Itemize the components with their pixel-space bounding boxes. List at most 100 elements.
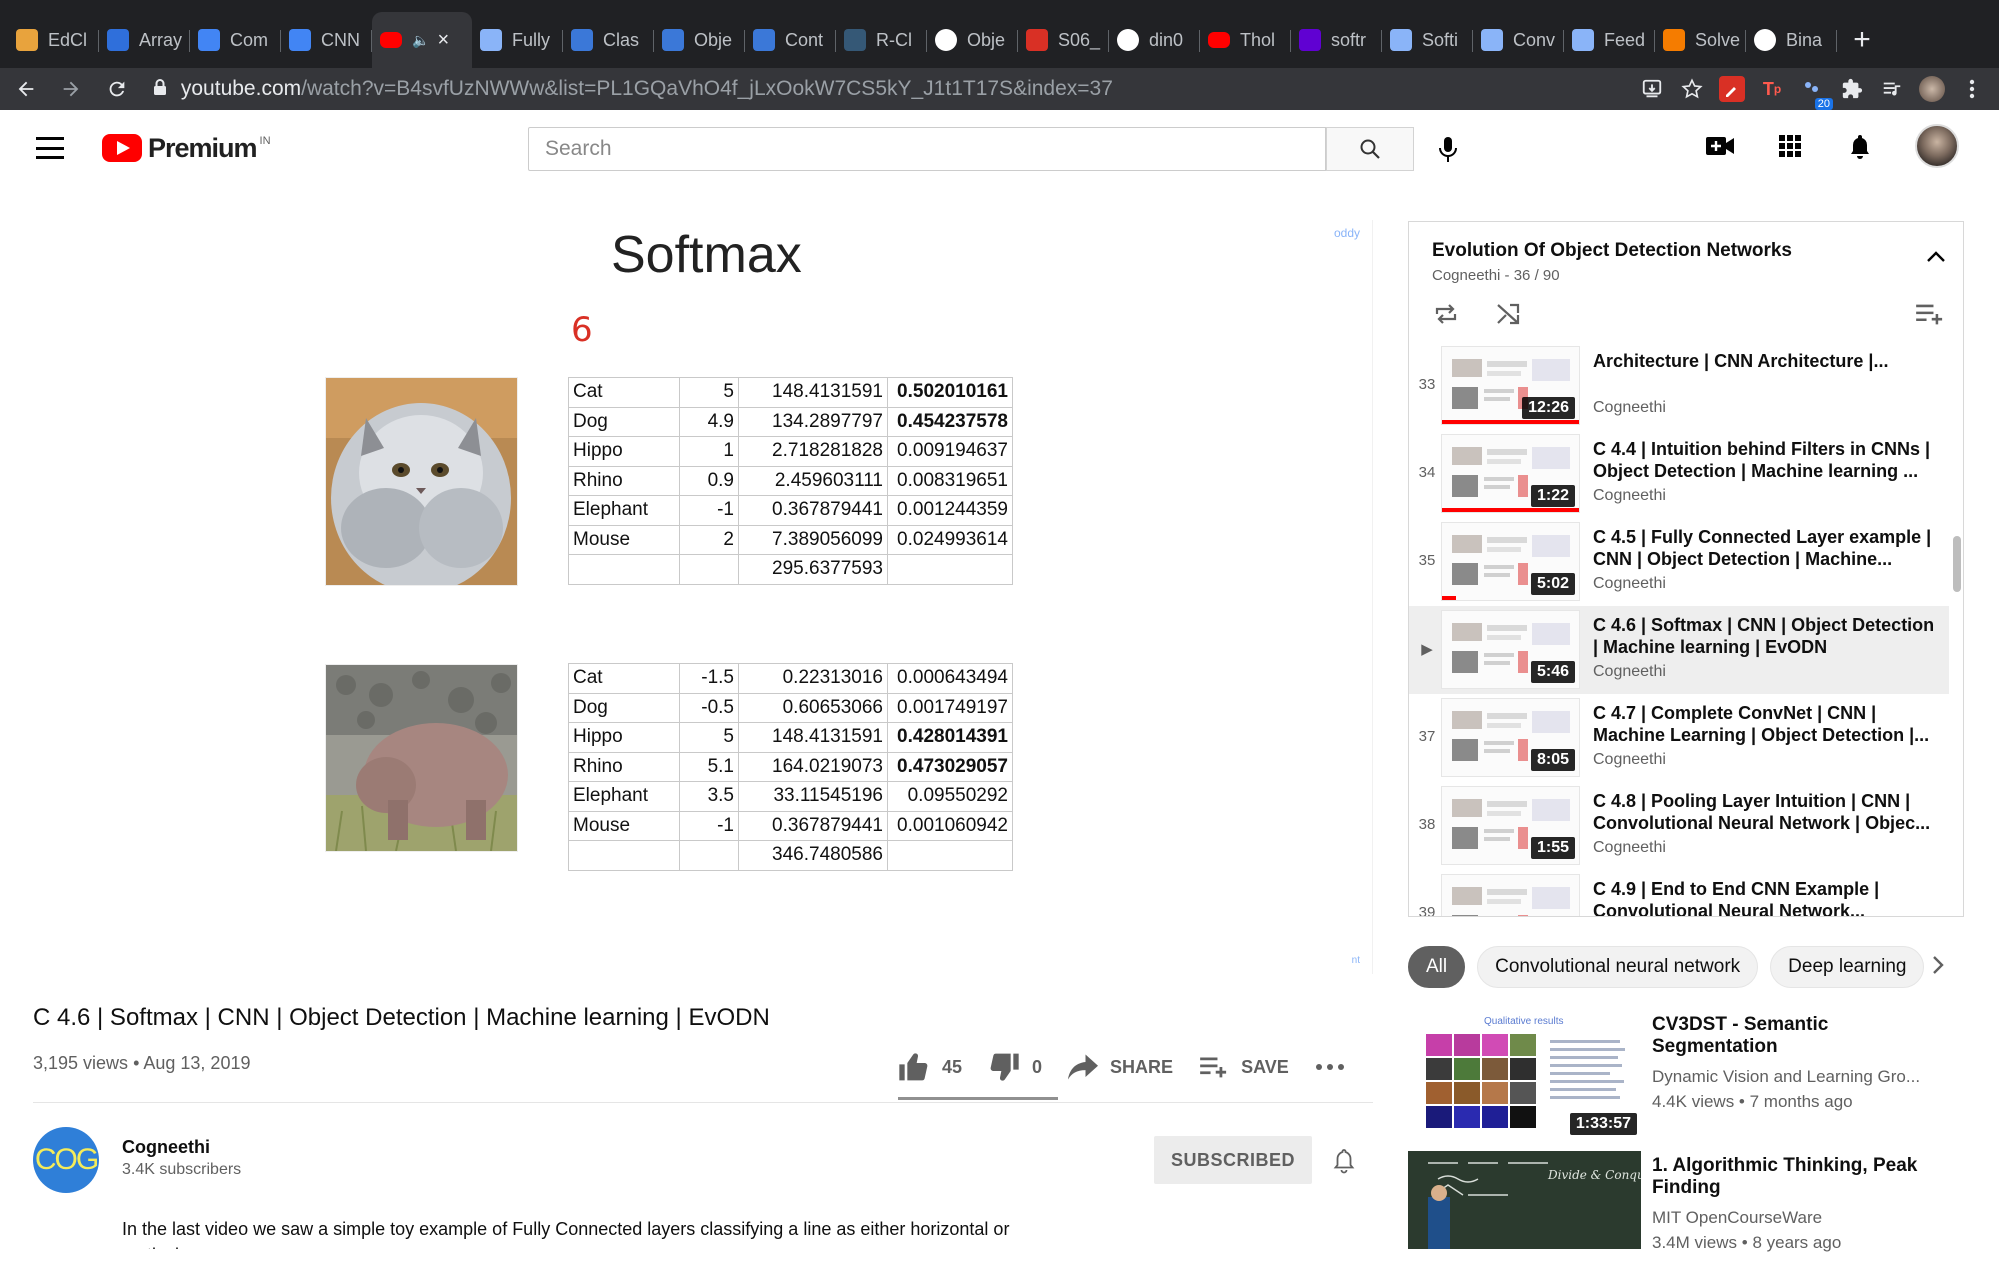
youtube-premium-logo[interactable]: Premium IN — [102, 133, 271, 164]
save-button[interactable]: SAVE — [1199, 1055, 1289, 1079]
recommendation-thumbnail[interactable]: Divide & Conquer — [1408, 1151, 1641, 1249]
table-cell: 5 — [679, 377, 739, 408]
recommendation-item[interactable]: Qualitative results 1:33:57 CV3DST - Sem… — [1408, 1010, 1968, 1140]
browser-tab[interactable]: Softi — [1382, 12, 1473, 68]
playlist-item-title[interactable]: C 4.8 | Pooling Layer Intuition | CNN | … — [1593, 790, 1938, 834]
playlist-item-title[interactable]: C 4.5 | Fully Connected Layer example | … — [1593, 526, 1938, 570]
install-app-icon[interactable] — [1639, 76, 1665, 102]
close-tab-icon[interactable]: × — [437, 29, 449, 52]
playlist-item[interactable]: 38 1:55 C 4.8 | Pooling Layer Intuition | … — [1409, 782, 1949, 870]
playlist-thumbnail[interactable]: 3:40 — [1441, 874, 1580, 916]
more-actions-button[interactable] — [1315, 1063, 1357, 1071]
browser-tab[interactable]: Conv — [1473, 12, 1564, 68]
playlist-scrollbar[interactable] — [1953, 536, 1961, 592]
media-queue-icon[interactable] — [1879, 76, 1905, 102]
shuffle-playlist-icon[interactable] — [1495, 302, 1521, 331]
reload-button[interactable] — [97, 69, 137, 109]
address-bar[interactable]: youtube.com /watch?v=B4svfUzNWWw&list=PL… — [153, 72, 1639, 106]
chevron-right-icon[interactable] — [1932, 955, 1944, 980]
new-tab-button[interactable]: + — [1837, 12, 1887, 68]
dislike-button[interactable]: 0 — [988, 1052, 1042, 1082]
forward-button[interactable] — [52, 69, 92, 109]
browser-tab[interactable]: EdCl — [8, 12, 99, 68]
bookmark-star-icon[interactable] — [1679, 76, 1705, 102]
browser-tab[interactable]: 🔈 × — [372, 12, 472, 68]
browser-tab[interactable]: Fully — [472, 12, 563, 68]
playlist-item[interactable]: 33 12:26 Architecture | CNN Architecture |… — [1409, 344, 1949, 430]
browser-tab[interactable]: Bina — [1746, 12, 1837, 68]
browser-tab[interactable]: Solve — [1655, 12, 1746, 68]
video-player[interactable]: Softmax oddy nt 6 Cat 5 148.4131591 0.50… — [33, 220, 1373, 974]
back-button[interactable] — [6, 69, 46, 109]
search-button[interactable] — [1326, 127, 1414, 171]
channel-name[interactable]: Cogneethi — [122, 1137, 210, 1158]
filter-chip[interactable]: All — [1408, 946, 1466, 988]
browser-tab[interactable]: din0 — [1109, 12, 1200, 68]
playlist-thumbnail[interactable]: 1:22 — [1441, 434, 1580, 513]
playlist-item-title[interactable]: Architecture | CNN Architecture |... — [1593, 350, 1938, 372]
bubbles-extension-icon[interactable]: 20 — [1799, 76, 1833, 110]
playlist-item[interactable]: 34 1:22 C 4.4 | Intuition behind Filters i… — [1409, 430, 1949, 518]
tp-extension-icon[interactable]: Tp — [1759, 76, 1785, 102]
playlist-item[interactable]: 39 3:40 C 4.9 | End to End CNN Example | C… — [1409, 870, 1949, 916]
voice-search-button[interactable] — [1430, 132, 1466, 168]
cog-icon — [571, 29, 593, 51]
menu-icon[interactable] — [36, 137, 64, 159]
playlist-title[interactable]: Evolution Of Object Detection Networks — [1432, 240, 1792, 262]
browser-menu-icon[interactable] — [1959, 76, 1985, 102]
loop-playlist-icon[interactable] — [1433, 302, 1459, 331]
playlist-item[interactable]: 37 8:05 C 4.7 | Complete ConvNet | CNN | M… — [1409, 694, 1949, 782]
browser-tab[interactable]: Com — [190, 12, 281, 68]
subscribed-button[interactable]: SUBSCRIBED — [1154, 1136, 1312, 1184]
apps-grid-icon[interactable] — [1775, 131, 1805, 161]
filter-chip[interactable]: Deep learning — [1770, 946, 1925, 988]
extensions-puzzle-icon[interactable] — [1839, 76, 1865, 102]
browser-tab[interactable]: softr — [1291, 12, 1382, 68]
browser-tab[interactable]: Thol — [1200, 12, 1291, 68]
recommendation-thumbnail[interactable]: Qualitative results 1:33:57 — [1408, 1010, 1641, 1140]
playlist-item[interactable]: 35 5:02 C 4.5 | Fully Connected Layer exam… — [1409, 518, 1949, 606]
watch-progress-bar — [1442, 596, 1456, 600]
profile-avatar-icon[interactable] — [1919, 76, 1945, 102]
back-arrow-icon — [18, 81, 34, 97]
search-input[interactable] — [545, 137, 1325, 161]
playlist-thumbnail[interactable]: 5:46 — [1441, 610, 1580, 689]
channel-notification-bell-icon[interactable] — [1332, 1146, 1356, 1179]
browser-tab[interactable]: Array — [99, 12, 190, 68]
recommendation-title[interactable]: CV3DST - Semantic Segmentation — [1652, 1014, 1952, 1058]
browser-tab-label: Feed — [1604, 29, 1646, 50]
recommendation-item[interactable]: Divide & Conquer 1. Algorithmic Thinking… — [1408, 1151, 1968, 1281]
playlist-thumbnail[interactable]: 8:05 — [1441, 698, 1580, 777]
color-picker-extension-icon[interactable] — [1719, 76, 1745, 102]
search-field[interactable] — [528, 127, 1326, 171]
browser-tab[interactable]: Obje — [927, 12, 1018, 68]
channel-avatar[interactable]: COG — [33, 1127, 99, 1193]
collapse-playlist-icon[interactable] — [1927, 250, 1945, 268]
playlist-thumbnail[interactable]: 5:02 — [1441, 522, 1580, 601]
browser-tab[interactable]: Feed — [1564, 12, 1655, 68]
playlist-item-title[interactable]: C 4.6 | Softmax | CNN | Object Detection… — [1593, 614, 1938, 658]
browser-tab[interactable]: Clas — [563, 12, 654, 68]
create-video-icon[interactable] — [1705, 131, 1735, 161]
playlist-thumbnail[interactable]: 1:55 — [1441, 786, 1580, 865]
browser-tab[interactable]: Obje — [654, 12, 745, 68]
share-button[interactable]: SHARE — [1068, 1054, 1173, 1080]
account-avatar[interactable] — [1915, 124, 1959, 168]
playlist-thumbnail[interactable]: 12:26 — [1441, 346, 1580, 425]
more-horizontal-icon — [1315, 1064, 1344, 1070]
save-playlist-icon[interactable] — [1915, 302, 1945, 331]
playlist-item-current[interactable]: ▶ 5:46 C 4.6 | Softmax | CNN | Object Dete… — [1409, 606, 1949, 694]
browser-tab[interactable]: R-Cl — [836, 12, 927, 68]
notifications-bell-icon[interactable] — [1845, 131, 1875, 161]
browser-tab-label: Fully — [512, 29, 551, 50]
filter-chip[interactable]: Convolutional neural network — [1477, 946, 1759, 988]
like-button[interactable]: 45 — [898, 1052, 962, 1082]
playlist-item-title[interactable]: C 4.9 | End to End CNN Example | Convolu… — [1593, 878, 1938, 916]
speaker-icon[interactable]: 🔈 — [412, 32, 429, 49]
playlist-item-title[interactable]: C 4.7 | Complete ConvNet | CNN | Machine… — [1593, 702, 1938, 746]
browser-tab[interactable]: S06_ — [1018, 12, 1109, 68]
browser-tab[interactable]: CNN — [281, 12, 372, 68]
playlist-item-title[interactable]: C 4.4 | Intuition behind Filters in CNNs… — [1593, 438, 1938, 482]
recommendation-title[interactable]: 1. Algorithmic Thinking, Peak Finding — [1652, 1155, 1952, 1199]
browser-tab[interactable]: Cont — [745, 12, 836, 68]
